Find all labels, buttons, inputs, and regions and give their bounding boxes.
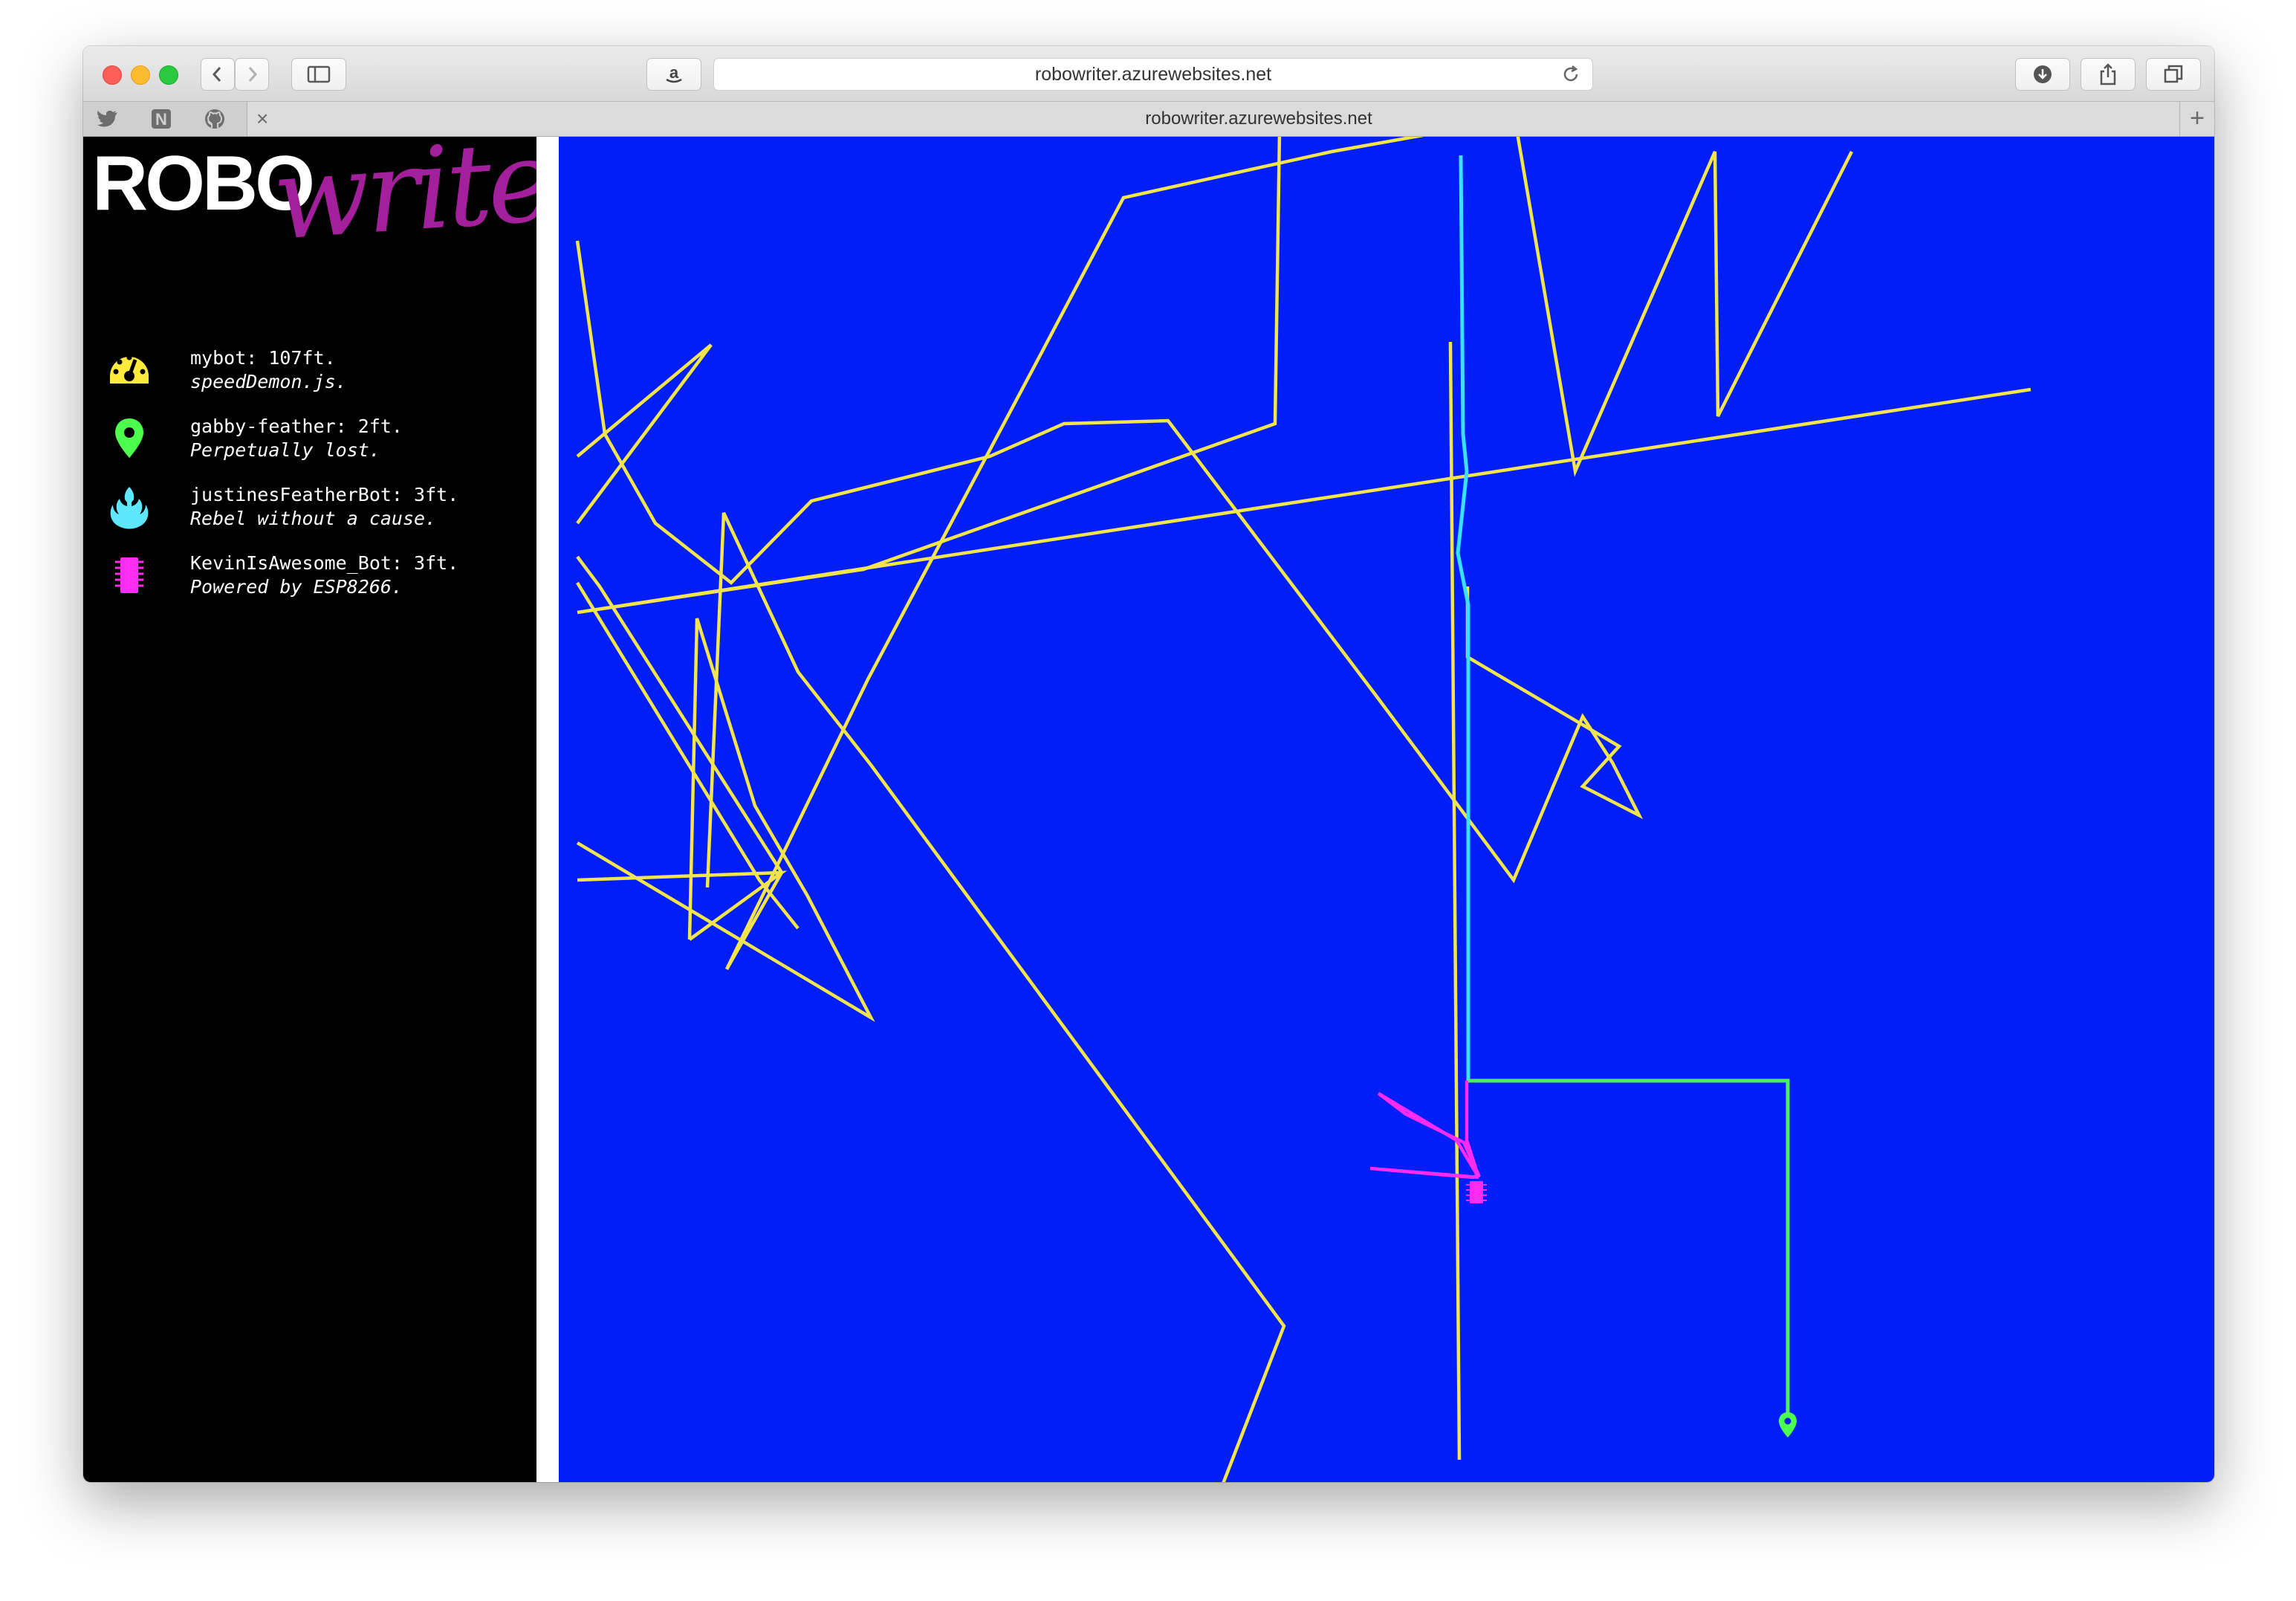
path-mybot (1516, 137, 1854, 477)
bot-entry-kevinisawesome-bot: KevinIsAwesome_Bot: 3ft. Powered by ESP8… (107, 552, 523, 611)
bot-name-distance: KevinIsAwesome_Bot: 3ft. (190, 552, 459, 574)
rebel-alliance-icon (110, 487, 149, 529)
bot-name-distance: mybot: 107ft. (190, 347, 336, 369)
bot-entry-mybot: mybot: 107ft. speedDemon.js. (107, 346, 523, 406)
bot-tagline: speedDemon.js. (190, 371, 347, 392)
zoom-window-button[interactable] (159, 65, 178, 85)
share-button[interactable] (2081, 58, 2136, 91)
forward-button[interactable] (235, 58, 269, 91)
browser-window: a robowriter.azurewebsites.net N × robow… (83, 46, 2214, 1482)
download-icon (2034, 65, 2052, 83)
bot-entry-justinesfeatherbot: justinesFeatherBot: 3ft. Rebel without a… (107, 483, 523, 543)
speedometer-icon (110, 355, 149, 389)
favorite-twitter[interactable] (95, 106, 120, 132)
notion-icon: N (152, 109, 171, 129)
github-icon (205, 109, 224, 129)
tabs-icon (2164, 65, 2183, 83)
svg-text:a: a (669, 63, 679, 82)
bot-tagline: Rebel without a cause. (190, 508, 437, 529)
map-pin-icon (115, 418, 143, 458)
map-pin-icon (1779, 1412, 1797, 1437)
bot-tagline: Perpetually lost. (190, 439, 380, 461)
favorite-github[interactable] (202, 106, 227, 132)
path-kevinisawesome-bot (1369, 1081, 1482, 1180)
back-button[interactable] (201, 58, 235, 91)
reload-icon[interactable] (1560, 63, 1582, 85)
bot-name-distance: justinesFeatherBot: 3ft. (190, 484, 459, 505)
path-mybot (576, 618, 875, 1022)
path-mybot (577, 137, 2031, 615)
path-mybot (1448, 341, 1462, 1461)
address-bar-url: robowriter.azurewebsites.net (1034, 64, 1272, 85)
path-gabby-feather (1468, 1078, 1790, 1423)
share-icon (2100, 63, 2116, 85)
sidebar-icon (307, 65, 331, 83)
bot-tagline: Powered by ESP8266. (190, 576, 403, 598)
new-tab-button[interactable]: + (2179, 102, 2214, 136)
bot-paths (575, 137, 2031, 1482)
sidebar-divider (536, 137, 559, 1482)
tabs-overview-button[interactable] (2146, 58, 2201, 91)
amazon-extension-button[interactable]: a (646, 58, 701, 91)
path-mybot (724, 137, 1424, 970)
bot-entry-gabby-feather: gabby-feather: 2ft. Perpetually lost. (107, 415, 523, 474)
close-window-button[interactable] (103, 65, 122, 85)
microchip-icon (1466, 1181, 1487, 1203)
path-mybot (576, 555, 784, 971)
bot-name-distance: gabby-feather: 2ft. (190, 415, 403, 437)
path-mybot (705, 512, 1286, 1482)
microchip-icon (115, 557, 143, 593)
twitter-icon (97, 110, 117, 127)
minimize-window-button[interactable] (131, 65, 150, 85)
drawing-canvas[interactable] (559, 137, 2214, 1482)
svg-text:N: N (155, 110, 167, 129)
favorite-notion[interactable]: N (149, 106, 174, 132)
downloads-button[interactable] (2015, 58, 2070, 91)
browser-toolbar: a robowriter.azurewebsites.net (83, 46, 2214, 102)
chevron-right-icon (248, 67, 258, 82)
sidebar: ROBO writer mybot: 107ft. speedDemon.js. (83, 111, 603, 1482)
sidebar-toggle-button[interactable] (291, 58, 346, 91)
path-mybot (575, 240, 1644, 884)
path-justinesfeatherbot (1456, 155, 1470, 1081)
chevron-left-icon (212, 67, 221, 82)
address-bar[interactable]: robowriter.azurewebsites.net (713, 58, 1593, 91)
amazon-icon: a (666, 63, 682, 83)
page-content: ROBO writer mybot: 107ft. speedDemon.js. (83, 111, 2214, 1482)
